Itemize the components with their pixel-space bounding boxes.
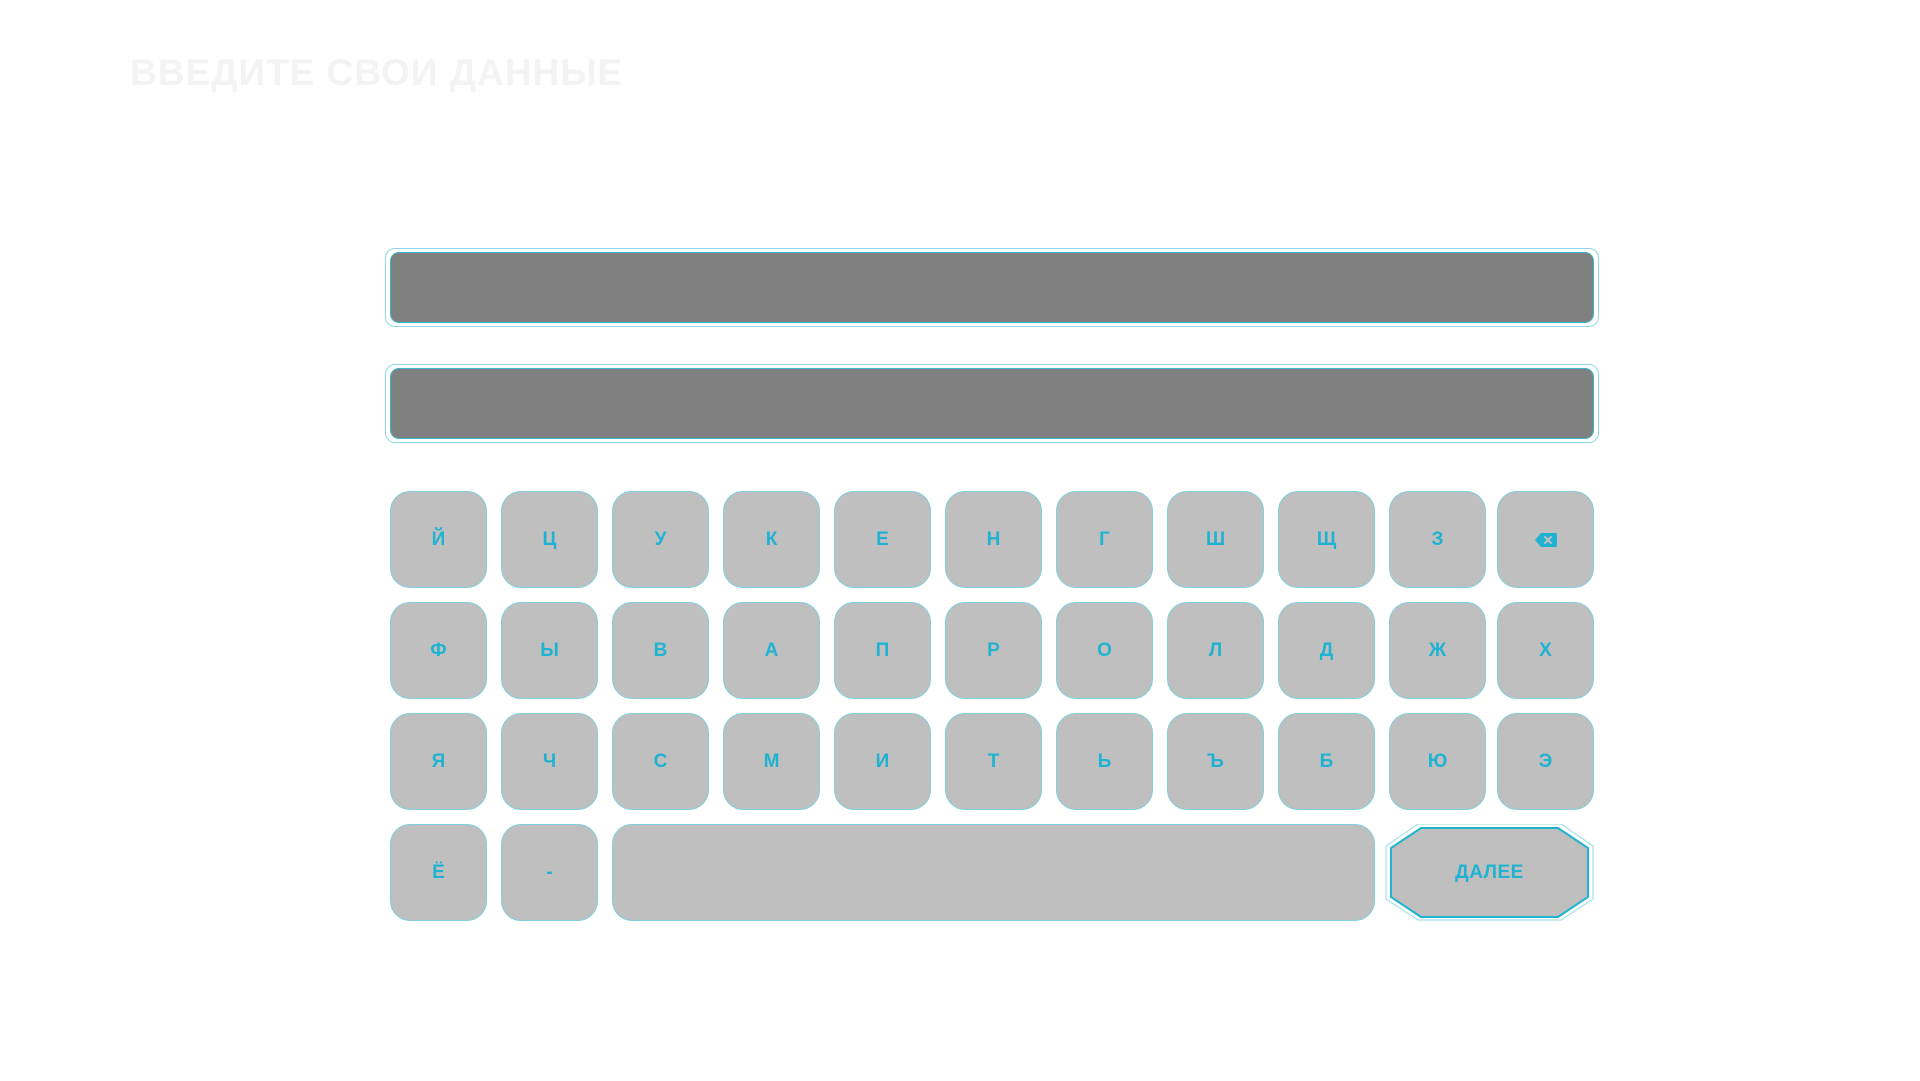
key-letter[interactable]: К: [723, 491, 820, 588]
key-letter[interactable]: Ъ: [1167, 713, 1264, 810]
key-hyphen[interactable]: -: [501, 824, 598, 921]
input-field-1[interactable]: [390, 252, 1594, 323]
key-letter[interactable]: Т: [945, 713, 1042, 810]
key-letter[interactable]: Ф: [390, 602, 487, 699]
input-field-2[interactable]: [390, 368, 1594, 439]
key-letter[interactable]: Б: [1278, 713, 1375, 810]
key-letter[interactable]: И: [834, 713, 931, 810]
key-letter[interactable]: Ь: [1056, 713, 1153, 810]
key-letter[interactable]: Х: [1497, 602, 1594, 699]
key-letter[interactable]: Ю: [1389, 713, 1486, 810]
key-letter[interactable]: Д: [1278, 602, 1375, 699]
key-letter[interactable]: Ы: [501, 602, 598, 699]
key-letter[interactable]: Я: [390, 713, 487, 810]
key-letter[interactable]: О: [1056, 602, 1153, 699]
key-letter[interactable]: Е: [834, 491, 931, 588]
key-letter[interactable]: Л: [1167, 602, 1264, 699]
key-letter[interactable]: С: [612, 713, 709, 810]
key-letter[interactable]: Г: [1056, 491, 1153, 588]
next-button[interactable]: ДАЛЕЕ: [1385, 824, 1594, 921]
next-button-label: ДАЛЕЕ: [1455, 861, 1524, 883]
page-title: ВВЕДИТЕ СВОИ ДАННЫЕ: [130, 52, 624, 93]
key-letter[interactable]: Н: [945, 491, 1042, 588]
key-letter[interactable]: Ё: [390, 824, 487, 921]
key-letter[interactable]: М: [723, 713, 820, 810]
input-field-frame-1: [385, 248, 1599, 327]
input-field-frame-2: [385, 364, 1599, 443]
backspace-key[interactable]: [1497, 491, 1594, 588]
backspace-icon: [1534, 532, 1557, 547]
key-letter[interactable]: У: [612, 491, 709, 588]
key-letter[interactable]: Р: [945, 602, 1042, 699]
key-letter[interactable]: Ш: [1167, 491, 1264, 588]
key-letter[interactable]: З: [1389, 491, 1486, 588]
key-letter[interactable]: В: [612, 602, 709, 699]
key-letter[interactable]: Щ: [1278, 491, 1375, 588]
key-letter[interactable]: П: [834, 602, 931, 699]
key-letter[interactable]: Ч: [501, 713, 598, 810]
key-letter[interactable]: Э: [1497, 713, 1594, 810]
space-key[interactable]: [612, 824, 1375, 921]
key-letter[interactable]: Й: [390, 491, 487, 588]
key-letter[interactable]: А: [723, 602, 820, 699]
on-screen-keyboard: Й Ц У К Е Н Г Ш Щ З Ф Ы В А П Р О Л Д Ж …: [390, 491, 1594, 921]
key-letter[interactable]: Ц: [501, 491, 598, 588]
key-letter[interactable]: Ж: [1389, 602, 1486, 699]
